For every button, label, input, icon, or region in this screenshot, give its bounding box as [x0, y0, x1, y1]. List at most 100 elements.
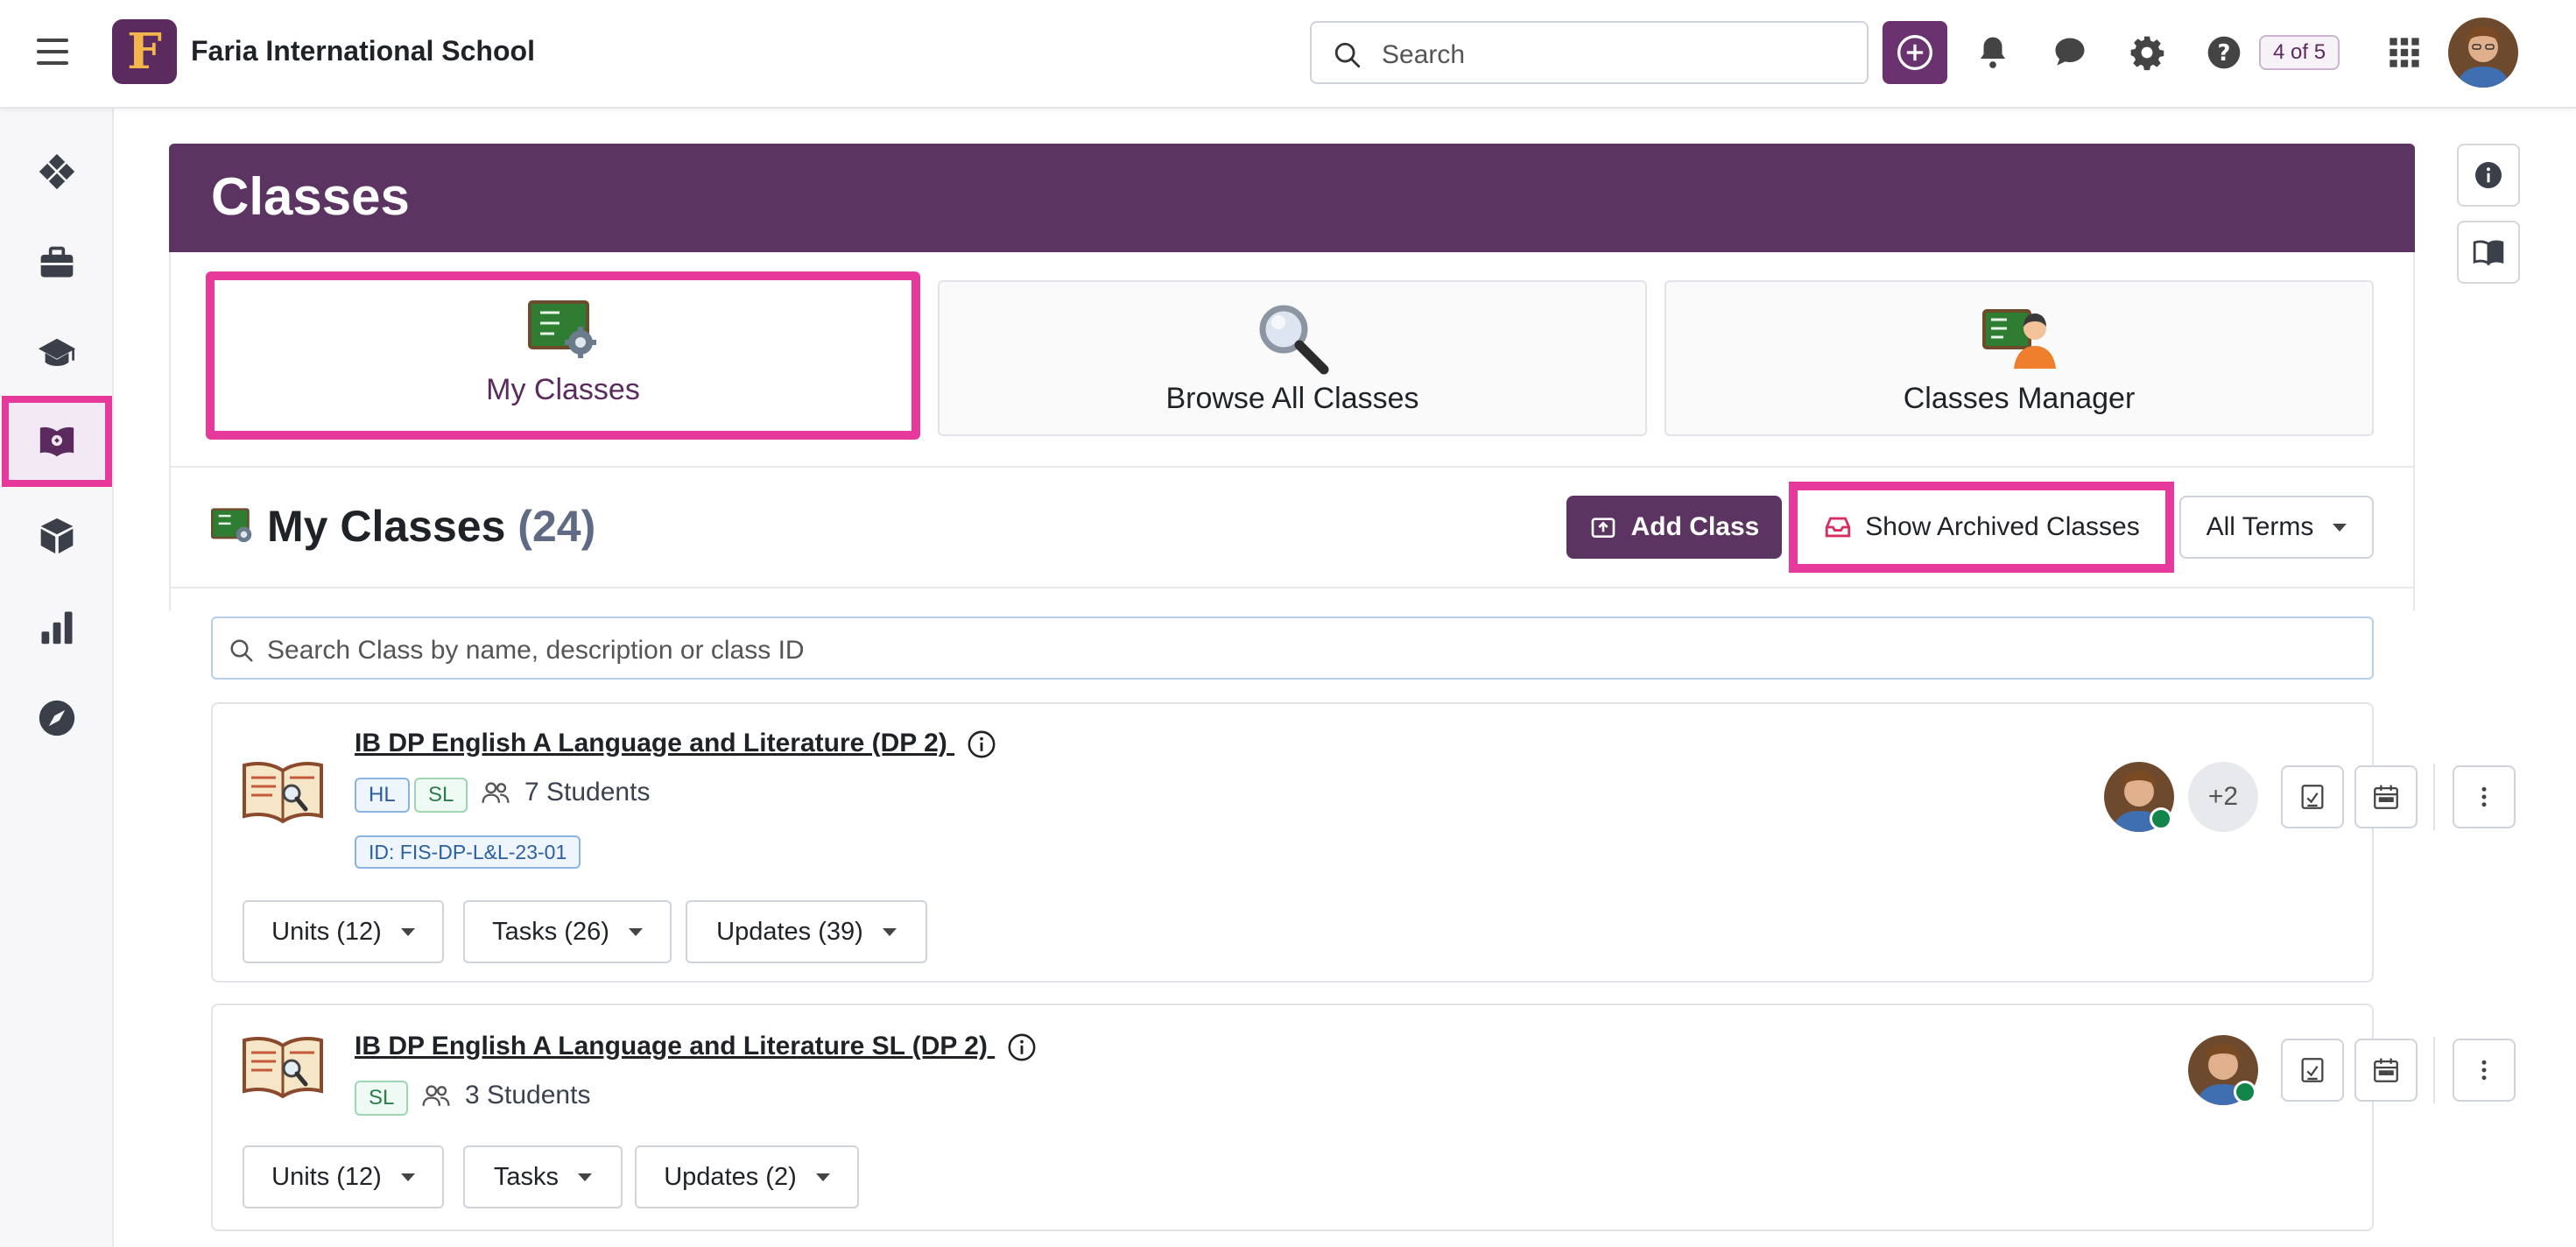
class-title-link[interactable]: IB DP English A Language and Literature …	[355, 729, 996, 759]
help-step-counter[interactable]: 4 of 5	[2259, 35, 2340, 70]
my-classes-small-icon	[211, 508, 255, 549]
show-archived-classes-button[interactable]: Show Archived Classes	[1789, 482, 2174, 573]
units-label: Units (12)	[271, 1162, 382, 1191]
info-circle-icon[interactable]	[1007, 1032, 1037, 1062]
caret-down-icon	[578, 1173, 593, 1181]
student-count[interactable]: 7 Students	[481, 778, 650, 807]
open-book-icon	[2473, 240, 2504, 266]
nav-card-classes-manager[interactable]: Classes Manager	[1665, 280, 2374, 436]
nav-card-my-classes[interactable]: My Classes	[206, 271, 920, 440]
school-logo[interactable]: F	[112, 19, 177, 84]
nav-card-label: Browse All Classes	[1165, 382, 1419, 415]
book-icon	[241, 758, 325, 831]
info-panel-button[interactable]	[2457, 144, 2520, 207]
class-card[interactable]: IB DP English A Language and Literature …	[211, 702, 2516, 983]
level-tag-sl: SL	[355, 1081, 409, 1116]
search-icon	[230, 639, 253, 662]
tasks-dropdown[interactable]: Tasks	[463, 1145, 623, 1208]
class-calendar-button[interactable]	[2354, 765, 2418, 828]
main-content: Classes My Classes Browse All Classes Cl…	[169, 144, 2516, 1247]
terms-dropdown-label: All Terms	[2206, 512, 2314, 541]
svg-text:?: ?	[2218, 40, 2231, 67]
class-card[interactable]: IB DP English A Language and Literature …	[211, 1004, 2516, 1231]
calendar-icon	[2374, 1058, 2398, 1082]
show-archived-label: Show Archived Classes	[1865, 512, 2140, 541]
plus-circle-icon	[1897, 35, 1932, 70]
guide-book-button[interactable]	[2457, 221, 2520, 284]
tasks-label: Tasks (26)	[492, 917, 609, 946]
my-classes-title: My Classes	[267, 502, 506, 551]
class-id-tag: ID: FIS-DP-L&L-23-01	[355, 835, 581, 869]
sidebar-compass-icon[interactable]	[0, 673, 114, 764]
class-more-options-button[interactable]	[2453, 765, 2516, 828]
my-classes-board-icon	[528, 296, 598, 363]
units-dropdown[interactable]: Units (12)	[243, 900, 444, 963]
vertical-ellipsis-icon	[2481, 786, 2487, 807]
sidebar-briefcase-icon[interactable]	[0, 217, 114, 308]
messages-chat-icon[interactable]	[2049, 32, 2091, 74]
global-search-input[interactable]: Search	[1310, 21, 1869, 84]
class-more-options-button[interactable]	[2453, 1039, 2516, 1102]
nav-card-label: Classes Manager	[1903, 382, 2136, 415]
action-divider	[2433, 1037, 2435, 1103]
my-classes-heading: My Classes (24)	[267, 501, 595, 552]
tasks-dropdown[interactable]: Tasks (26)	[463, 900, 672, 963]
class-gradebook-button[interactable]	[2281, 765, 2344, 828]
page-title: Classes	[211, 167, 410, 226]
units-label: Units (12)	[271, 917, 382, 946]
online-status-dot	[2234, 1081, 2256, 1103]
caret-down-icon	[628, 927, 643, 936]
units-dropdown[interactable]: Units (12)	[243, 1145, 444, 1208]
sidebar-dashboard-icon[interactable]	[0, 126, 114, 217]
caret-down-icon	[400, 1173, 415, 1181]
student-count-label: 3 Students	[465, 1081, 591, 1110]
section-divider	[169, 587, 2415, 588]
top-bar: F Faria International School Search ? 4 …	[0, 0, 2576, 109]
sidebar-cube-icon[interactable]	[0, 490, 114, 581]
class-search-input[interactable]: Search Class by name, description or cla…	[211, 616, 2374, 680]
class-gradebook-button[interactable]	[2281, 1039, 2344, 1102]
class-title-link[interactable]: IB DP English A Language and Literature …	[355, 1032, 1037, 1062]
left-sidebar	[0, 109, 114, 1247]
updates-dropdown[interactable]: Updates (39)	[686, 900, 927, 963]
level-tag-hl: HL	[355, 778, 410, 813]
notifications-bell-icon[interactable]	[1972, 32, 2014, 74]
class-title[interactable]: IB DP English A Language and Literature …	[355, 729, 947, 757]
calendar-icon	[2374, 785, 2398, 809]
apps-grid-icon[interactable]	[2383, 32, 2425, 74]
my-classes-count: (24)	[517, 502, 596, 551]
add-class-button[interactable]: Add Class	[1566, 496, 1782, 559]
student-count[interactable]: 3 Students	[421, 1081, 590, 1110]
user-avatar[interactable]	[2448, 18, 2518, 88]
info-icon	[2475, 162, 2502, 188]
updates-label: Updates (2)	[664, 1162, 797, 1191]
more-teachers-badge[interactable]: +2	[2188, 762, 2258, 832]
hamburger-menu-icon[interactable]	[37, 39, 68, 67]
create-new-button[interactable]	[1883, 21, 1947, 84]
page-header: Classes	[169, 144, 2415, 252]
class-calendar-button[interactable]	[2354, 1039, 2418, 1102]
terms-dropdown[interactable]: All Terms	[2179, 496, 2374, 559]
upload-box-icon	[1591, 518, 1615, 538]
action-divider	[2433, 764, 2435, 830]
sidebar-graduation-cap-icon[interactable]	[0, 308, 114, 399]
help-question-icon[interactable]: ?	[2203, 32, 2245, 74]
sidebar-classes-icon[interactable]	[2, 396, 112, 487]
class-search-placeholder: Search Class by name, description or cla…	[267, 636, 805, 665]
nav-card-label: My Classes	[486, 373, 640, 406]
settings-gear-icon[interactable]	[2126, 32, 2168, 74]
class-title[interactable]: IB DP English A Language and Literature …	[355, 1032, 988, 1060]
nav-card-browse-all-classes[interactable]: Browse All Classes	[938, 280, 1647, 436]
updates-label: Updates (39)	[716, 917, 863, 946]
users-icon	[482, 782, 510, 803]
student-count-label: 7 Students	[524, 778, 651, 807]
online-status-dot	[2150, 807, 2172, 830]
info-circle-icon[interactable]	[967, 729, 996, 759]
add-class-label: Add Class	[1630, 512, 1760, 541]
sidebar-bar-chart-icon[interactable]	[0, 581, 114, 673]
updates-dropdown[interactable]: Updates (2)	[635, 1145, 859, 1208]
caret-down-icon	[2333, 523, 2347, 532]
search-placeholder: Search	[1382, 40, 1466, 69]
school-name[interactable]: Faria International School	[191, 35, 535, 67]
clipboard-check-icon	[2301, 1058, 2324, 1082]
